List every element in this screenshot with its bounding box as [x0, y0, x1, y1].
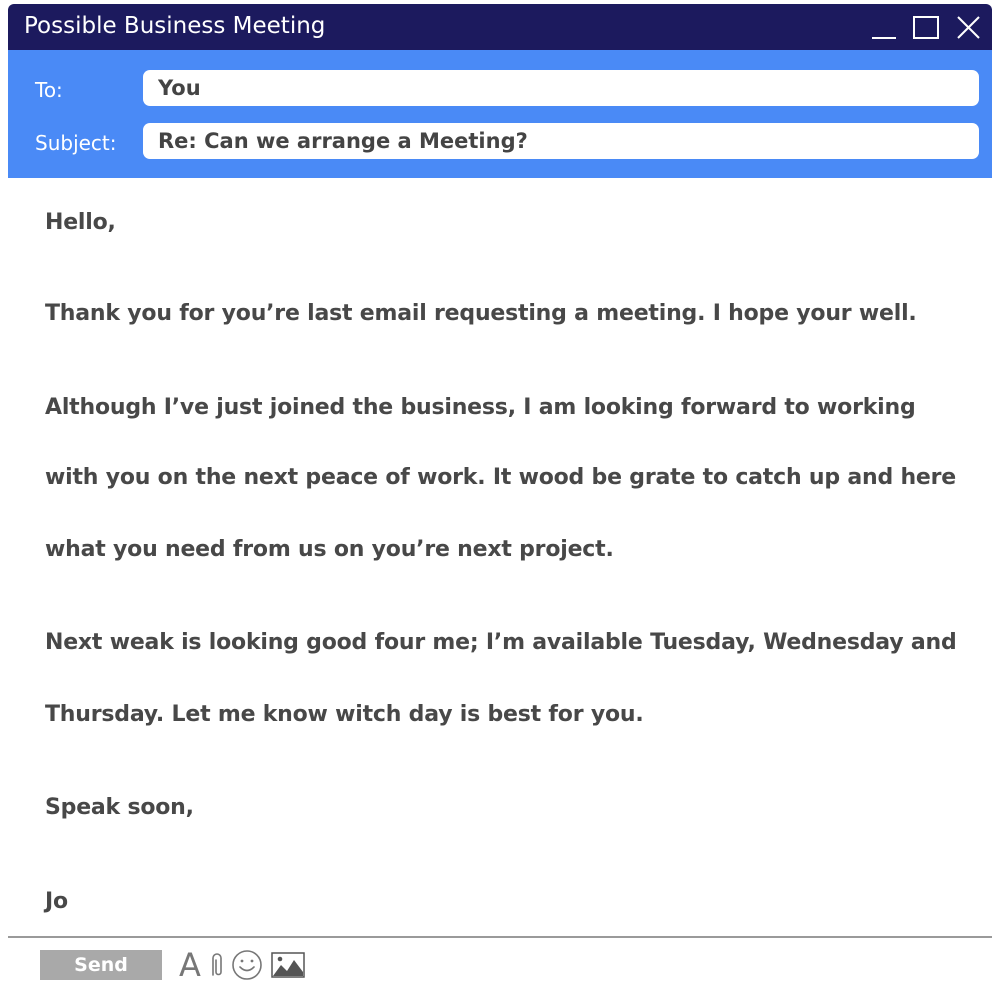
font-format-icon[interactable]: A — [176, 946, 204, 984]
email-header: To: Subject: — [8, 50, 992, 178]
to-row: To: — [8, 70, 992, 106]
body-line: Next weak is looking good four me; I’m a… — [45, 630, 957, 655]
signature-line: Jo — [45, 889, 68, 914]
close-button[interactable] — [952, 12, 984, 42]
smiley-icon[interactable] — [230, 948, 264, 982]
body-line: Thank you for you’re last email requesti… — [45, 301, 917, 326]
minimize-icon — [872, 37, 896, 39]
to-field[interactable] — [143, 70, 979, 106]
body-line: Although I’ve just joined the business, … — [45, 395, 916, 420]
window-controls — [858, 12, 984, 42]
to-label: To: — [35, 78, 63, 102]
image-icon[interactable] — [270, 948, 306, 982]
body-line: with you on the next peace of work. It w… — [45, 465, 957, 490]
message-body[interactable]: Hello, Thank you for you’re last email r… — [8, 178, 992, 934]
subject-field[interactable] — [143, 123, 979, 159]
title-bar: Possible Business Meeting — [8, 4, 992, 50]
body-line: what you need from us on you’re next pro… — [45, 537, 614, 562]
maximize-icon — [913, 16, 939, 39]
compose-toolbar: Send A — [8, 940, 992, 992]
greeting-line: Hello, — [45, 210, 116, 235]
minimize-button[interactable] — [868, 12, 900, 42]
toolbar-divider — [8, 936, 992, 938]
maximize-button[interactable] — [910, 12, 942, 42]
window-title: Possible Business Meeting — [24, 13, 326, 39]
subject-row: Subject: — [8, 123, 992, 159]
signoff-line: Speak soon, — [45, 795, 194, 820]
body-line: Thursday. Let me know witch day is best … — [45, 702, 644, 727]
close-icon — [957, 16, 980, 39]
subject-label: Subject: — [35, 131, 117, 155]
email-window: Possible Business Meeting To: You Subjec… — [8, 4, 992, 992]
paperclip-icon[interactable] — [208, 948, 226, 982]
send-button[interactable]: Send — [40, 950, 162, 980]
